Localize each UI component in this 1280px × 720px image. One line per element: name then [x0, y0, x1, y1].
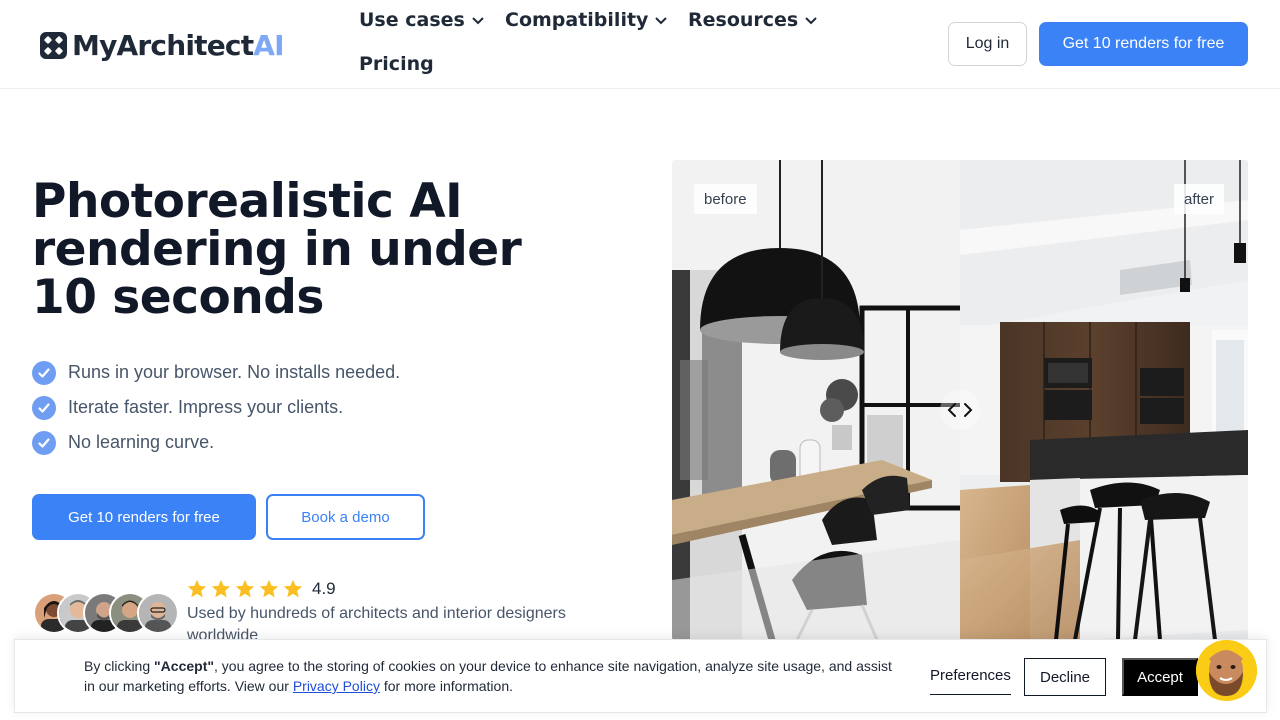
star-icon — [211, 579, 231, 598]
cookie-preferences-button[interactable]: Preferences — [930, 659, 1011, 695]
star-icon — [283, 579, 303, 598]
chevron-down-icon — [655, 17, 668, 25]
nav-resources[interactable]: Resources — [688, 9, 818, 31]
nav-resources-label: Resources — [688, 9, 799, 31]
feature-list: Runs in your browser. No installs needed… — [32, 355, 400, 460]
header-cta-button[interactable]: Get 10 renders for free — [1039, 22, 1248, 66]
nav-use-cases-label: Use cases — [359, 9, 465, 31]
customer-avatars — [33, 592, 183, 634]
check-icon — [32, 360, 56, 385]
list-item: No learning curve. — [32, 425, 400, 460]
chevron-down-icon — [805, 17, 817, 25]
cookie-decline-button[interactable]: Decline — [1024, 658, 1106, 696]
cookie-banner: By clicking "Accept", you agree to the s… — [14, 639, 1267, 713]
slider-handle[interactable] — [940, 390, 980, 430]
logo-icon — [40, 31, 67, 59]
drag-arrows-icon — [947, 403, 973, 417]
feature-text: Iterate faster. Impress your clients. — [68, 397, 344, 417]
rating-value: 4.9 — [312, 579, 336, 598]
privacy-policy-link[interactable]: Privacy Policy — [293, 678, 380, 694]
cookie-message: By clicking "Accept", you agree to the s… — [84, 658, 892, 694]
avatar — [137, 592, 179, 634]
feature-text: No learning curve. — [68, 432, 215, 452]
star-icon — [235, 579, 255, 598]
chat-widget-avatar[interactable] — [1196, 640, 1257, 701]
star-icon — [259, 579, 279, 598]
nav-use-cases[interactable]: Use cases — [359, 9, 485, 31]
nav-compatibility[interactable]: Compatibility — [505, 9, 668, 31]
rating-stars: 4.9 — [186, 578, 336, 600]
check-icon — [32, 430, 56, 455]
site-header: MyArchitectAI Use cases Compatibility Re… — [0, 0, 1280, 89]
star-icon — [187, 579, 207, 598]
logo-text: MyArchitectAI — [72, 28, 285, 62]
nav-compatibility-label: Compatibility — [505, 9, 649, 31]
before-after-slider[interactable]: before after — [672, 160, 1248, 640]
logo[interactable]: MyArchitectAI — [40, 28, 285, 62]
list-item: Iterate faster. Impress your clients. — [32, 390, 400, 425]
hero-cta-button[interactable]: Get 10 renders for free — [32, 494, 256, 540]
hero-title: Photorealistic AI rendering in under 10 … — [32, 174, 522, 325]
list-item: Runs in your browser. No installs needed… — [32, 355, 400, 390]
feature-text: Runs in your browser. No installs needed… — [68, 362, 401, 382]
chevron-down-icon — [472, 17, 484, 25]
cookie-accept-button[interactable]: Accept — [1122, 658, 1198, 696]
after-label: after — [1173, 184, 1224, 214]
check-icon — [32, 395, 56, 420]
before-label: before — [694, 184, 757, 214]
book-demo-button[interactable]: Book a demo — [266, 494, 425, 540]
after-image — [960, 160, 1248, 640]
login-button[interactable]: Log in — [948, 22, 1027, 66]
before-image — [672, 160, 960, 640]
nav-pricing[interactable]: Pricing — [359, 53, 434, 75]
